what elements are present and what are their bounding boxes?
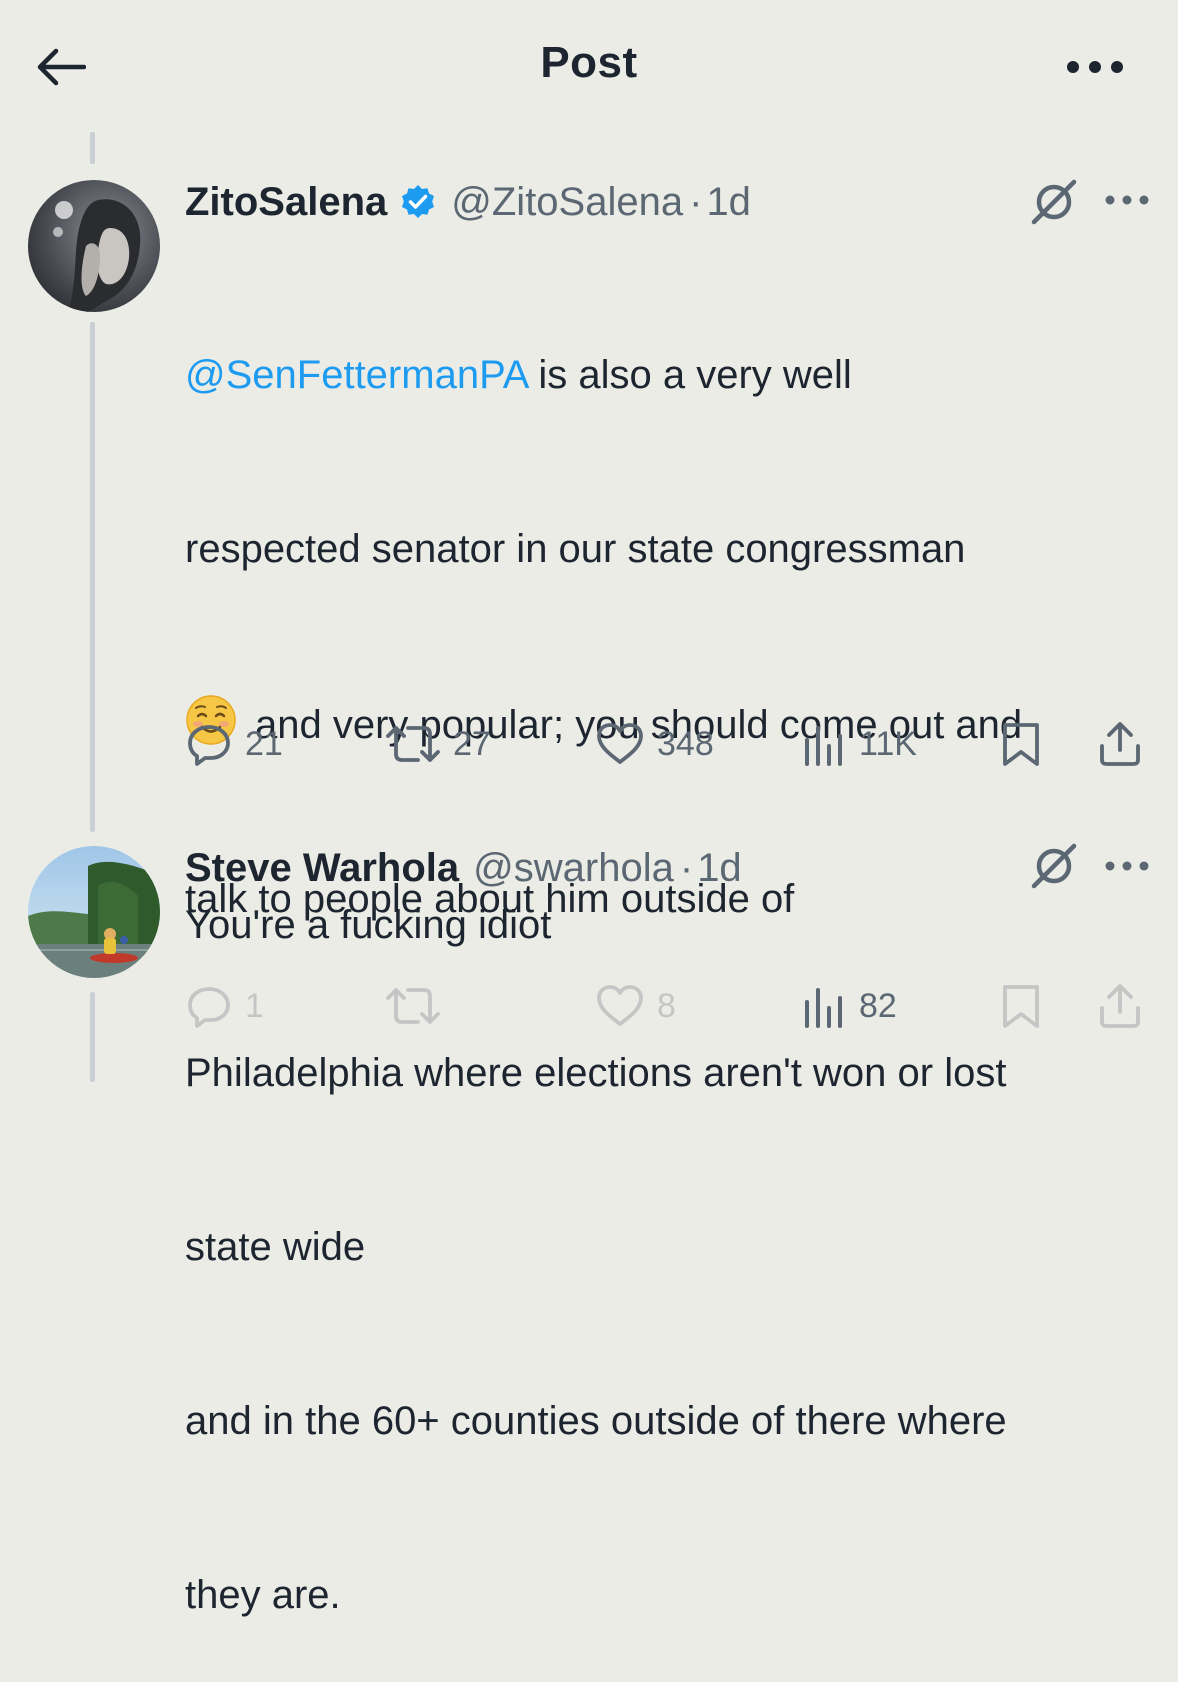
views-button[interactable]: 82 <box>803 976 897 1036</box>
bookmark-button[interactable] <box>999 714 1043 774</box>
reply-button[interactable]: 21 <box>185 714 283 774</box>
repost-icon <box>386 726 440 762</box>
post-text-line: @SenFettermanPA is also a very well <box>185 346 1145 404</box>
author-name[interactable]: ZitoSalena <box>185 180 387 225</box>
post-text-segment: is also a very well <box>527 353 852 397</box>
repost-icon <box>386 988 440 1024</box>
post-header: ZitoSalena @ZitoSalena · 1d <box>185 174 1148 230</box>
like-count: 8 <box>657 986 676 1025</box>
author-handle[interactable]: @ZitoSalena <box>451 180 683 225</box>
like-button[interactable]: 348 <box>595 714 714 774</box>
share-button[interactable] <box>1097 976 1143 1036</box>
verified-badge-icon <box>399 183 437 221</box>
post-header: Steve Warhola @swarhola · 1d <box>185 840 1148 896</box>
more-horizontal-icon <box>1067 61 1123 73</box>
thread-line-middle <box>90 322 95 832</box>
like-button[interactable]: 8 <box>595 976 676 1036</box>
post-time[interactable]: 1d <box>706 180 751 225</box>
post-text-line: Philadelphia where elections aren't won … <box>185 1051 1007 1095</box>
thread-line-top <box>90 132 95 164</box>
profile-photo <box>28 846 160 978</box>
view-count: 82 <box>859 986 897 1025</box>
heart-icon <box>597 985 643 1026</box>
grok-icon[interactable] <box>1028 176 1080 228</box>
post-text-line: they are. <box>185 1573 341 1617</box>
bookmark-icon <box>1003 985 1039 1028</box>
more-options-button[interactable] <box>1060 50 1130 84</box>
post-time[interactable]: 1d <box>697 846 742 891</box>
avatar[interactable] <box>28 180 160 312</box>
post-more-icon[interactable] <box>1104 856 1150 876</box>
reply-count: 1 <box>245 986 264 1025</box>
analytics-icon <box>805 726 842 766</box>
post-text-line: state wide <box>185 1225 366 1269</box>
meta-separator: · <box>689 179 703 224</box>
profile-photo <box>28 180 160 312</box>
post-text-line: respected senator in our state congressm… <box>185 527 966 571</box>
bookmark-button[interactable] <box>999 976 1043 1036</box>
views-button[interactable]: 11K <box>803 714 917 774</box>
post-actions: 1 8 82 <box>185 976 1148 1036</box>
share-icon <box>1100 984 1140 1028</box>
author-name[interactable]: Steve Warhola <box>185 846 459 891</box>
repost-button[interactable] <box>385 976 453 1036</box>
reply-icon <box>188 725 230 766</box>
heart-icon <box>597 723 643 764</box>
share-button[interactable] <box>1097 714 1143 774</box>
post-more-icon[interactable] <box>1104 190 1150 210</box>
repost-count: 27 <box>453 724 491 763</box>
top-bar: Post <box>0 0 1178 132</box>
like-count: 348 <box>657 724 714 763</box>
author-handle[interactable]: @swarhola <box>473 846 674 891</box>
reply-count: 21 <box>245 724 283 763</box>
repost-button[interactable]: 27 <box>385 714 491 774</box>
analytics-icon <box>805 988 842 1028</box>
avatar[interactable] <box>28 846 160 978</box>
reply-icon <box>188 987 230 1028</box>
post-actions: 21 27 348 11K <box>185 714 1148 774</box>
view-count: 11K <box>859 724 917 763</box>
meta-separator: · <box>679 845 694 890</box>
post-text-line: and in the 60+ counties outside of there… <box>185 1399 1007 1443</box>
grok-icon[interactable] <box>1028 840 1080 892</box>
post-text: You're a fucking idiot <box>185 903 552 947</box>
mention-link[interactable]: @SenFettermanPA <box>185 353 527 397</box>
thread-line-bottom <box>90 992 95 1082</box>
share-icon <box>1100 722 1140 766</box>
reply-button[interactable]: 1 <box>185 976 264 1036</box>
page-title: Post <box>540 38 638 87</box>
post-text: @SenFettermanPA is also a very well resp… <box>185 230 1145 1682</box>
bookmark-icon <box>1003 723 1039 766</box>
